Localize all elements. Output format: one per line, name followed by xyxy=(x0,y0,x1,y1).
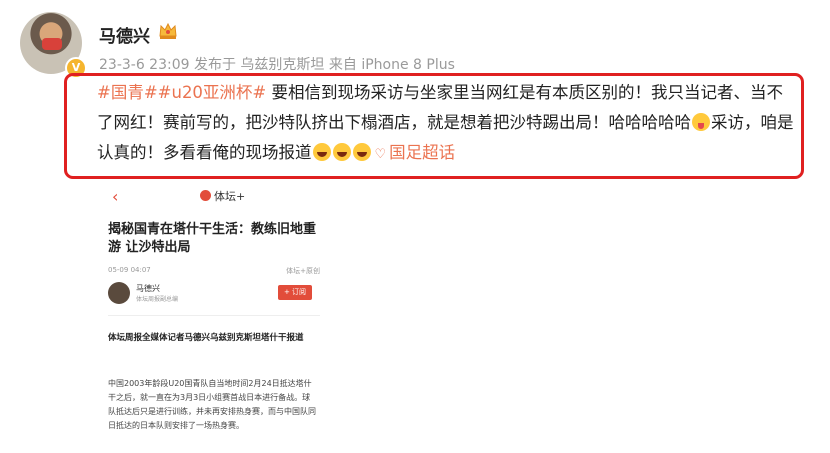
hashtag-link[interactable]: #国青# xyxy=(97,83,158,102)
brand-logo-icon xyxy=(200,190,211,201)
post-content: #国青##u20亚洲杯# 要相信到现场采访与坐家里当网红是有本质区别的！我只当记… xyxy=(97,78,797,170)
post-meta: 23-3-6 23:09 发布于 乌兹别克斯坦 来自 iPhone 8 Plus xyxy=(99,57,455,73)
article-lead: 体坛周报全媒体记者马德兴乌兹别克斯坦塔什干报道 xyxy=(108,333,304,343)
author-avatar xyxy=(108,282,130,304)
article-date: 05-09 04:07 xyxy=(108,266,151,274)
username[interactable]: 马德兴 xyxy=(99,22,150,47)
author-name: 马德兴 xyxy=(136,284,160,293)
divider xyxy=(108,315,320,316)
article-title: 揭秘国青在塔什干生活：教练旧地重游 让沙特出局 xyxy=(108,222,317,255)
laughing-emoji xyxy=(332,143,351,161)
diamond-link-icon: ♡ xyxy=(374,147,387,162)
author-subtitle: 体坛周报副总编 xyxy=(136,296,179,303)
follow-button[interactable]: + 订阅 xyxy=(278,285,312,300)
tongue-face-emoji xyxy=(692,113,710,131)
crown-icon xyxy=(159,22,177,39)
face-mask xyxy=(42,38,62,50)
author-row: 马德兴 体坛周报副总编 + 订阅 xyxy=(108,282,320,308)
brand-logo: 体坛+ xyxy=(200,188,245,204)
article-body: 中国2003年龄段U20国青队自当地时间2月24日抵达塔什干之后，就一直在为3月… xyxy=(108,379,316,430)
hashtag-link[interactable]: #u20亚洲杯# xyxy=(158,83,267,102)
laughing-emoji xyxy=(352,143,371,161)
embedded-article-image[interactable]: ‹ 体坛+ 揭秘国青在塔什干生活：教练旧地重游 让沙特出局 05-09 04:0… xyxy=(108,184,328,453)
laughing-emoji xyxy=(312,143,331,161)
back-arrow-icon[interactable]: ‹ xyxy=(112,187,118,206)
super-topic-link[interactable]: 国足超话 xyxy=(389,143,455,162)
brand-name: 体坛+ xyxy=(214,190,246,203)
article-source: 体坛+原创 xyxy=(286,267,320,275)
